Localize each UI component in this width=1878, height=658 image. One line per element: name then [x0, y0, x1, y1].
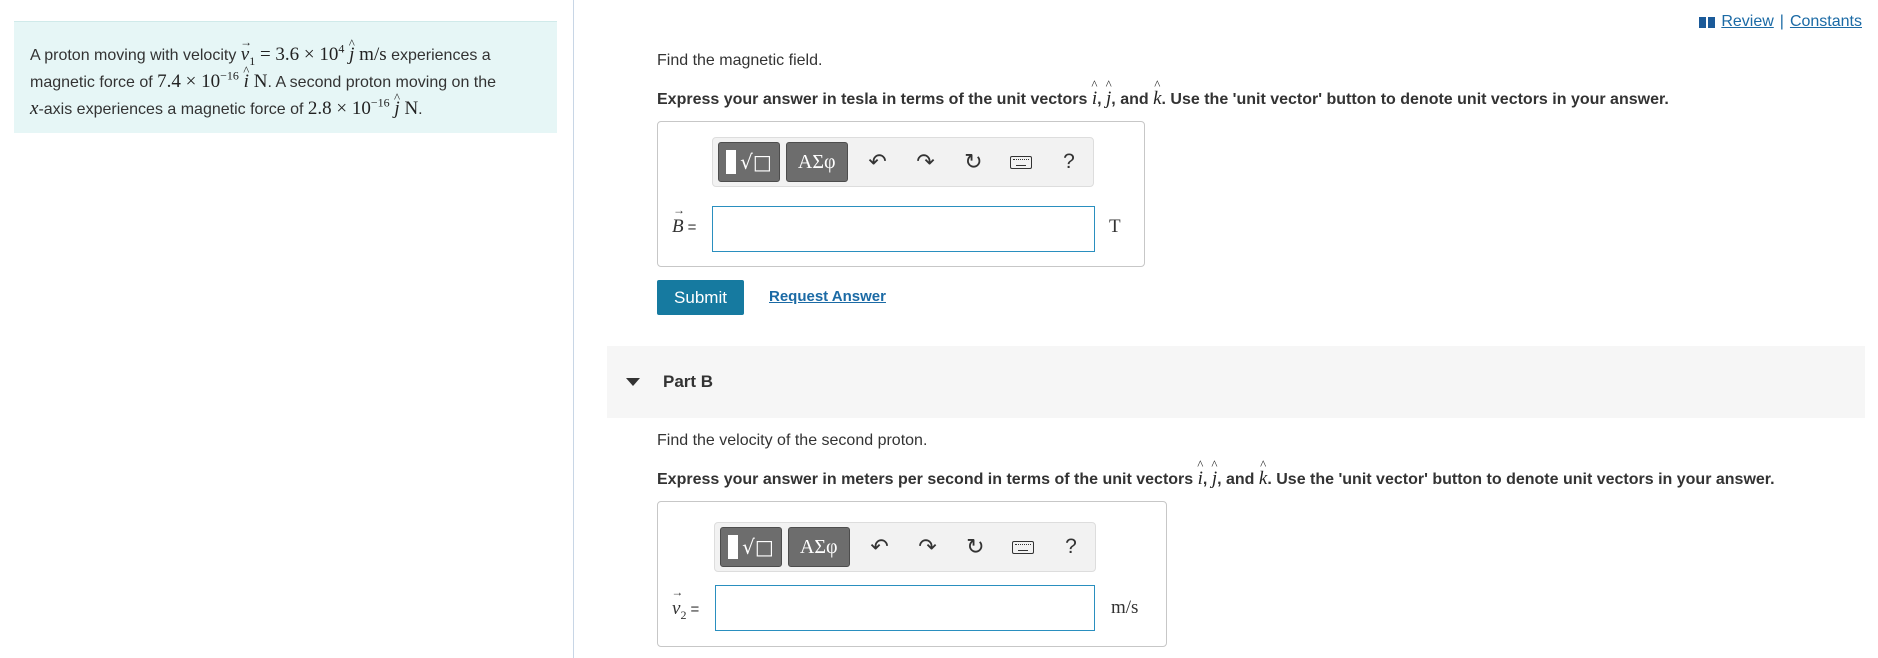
- part-b-math-toolbar: √□ ΑΣφ ↶ ↷ ↻ ?: [714, 522, 1096, 572]
- keyboard-icon[interactable]: [997, 142, 1045, 182]
- part-b-answer-box: √□ ΑΣφ ↶ ↷ ↻ ? v2= m/s: [657, 501, 1167, 647]
- part-b-answer-input[interactable]: [715, 585, 1095, 631]
- greek-symbols-button[interactable]: ΑΣφ: [785, 142, 848, 182]
- constants-link[interactable]: Constants: [1790, 13, 1862, 31]
- part-b-prompt: Find the velocity of the second proton.: [657, 432, 928, 449]
- part-a-math-toolbar: √□ ΑΣφ ↶ ↷ ↻ ?: [712, 137, 1094, 187]
- templates-button[interactable]: √□: [718, 142, 780, 182]
- part-b-instruction: Express your answer in meters per second…: [657, 468, 1775, 490]
- submit-button[interactable]: Submit: [657, 280, 744, 315]
- redo-icon[interactable]: ↷: [902, 142, 950, 182]
- keyboard-icon[interactable]: [999, 527, 1047, 567]
- part-b-variable-label: v2=: [672, 598, 699, 621]
- reset-icon[interactable]: ↻: [951, 527, 999, 567]
- part-a-answer-input[interactable]: [712, 206, 1095, 252]
- link-separator: |: [1779, 13, 1784, 30]
- problem-line-3: x-axis experiences a magnetic force of 2…: [30, 96, 541, 123]
- redo-icon[interactable]: ↷: [904, 527, 952, 567]
- undo-icon[interactable]: ↶: [856, 527, 904, 567]
- reset-icon[interactable]: ↻: [949, 142, 997, 182]
- part-a-answer-box: √□ ΑΣφ ↶ ↷ ↻ ? B= T: [657, 121, 1145, 267]
- part-a-variable-label: B=: [672, 216, 696, 238]
- templates-button[interactable]: √□: [720, 527, 782, 567]
- part-b-header[interactable]: Part B: [607, 346, 1865, 418]
- undo-icon[interactable]: ↶: [854, 142, 902, 182]
- greek-symbols-button[interactable]: ΑΣφ: [787, 527, 850, 567]
- request-answer-link[interactable]: Request Answer: [769, 288, 886, 305]
- review-link[interactable]: Review: [1721, 13, 1773, 31]
- force-1-expression: 7.4 × 10−16 i N: [157, 70, 267, 92]
- template-box-icon: [726, 150, 737, 174]
- part-b-unit: m/s: [1111, 597, 1139, 618]
- top-links: Review | Constants: [1699, 13, 1862, 31]
- help-button[interactable]: ?: [1045, 142, 1093, 182]
- help-button[interactable]: ?: [1047, 527, 1095, 567]
- velocity-expression: v1 = 3.6 × 104 j m/s: [241, 43, 387, 67]
- problem-statement: A proton moving with velocity v1 = 3.6 ×…: [14, 21, 557, 133]
- book-icon: [1699, 16, 1716, 28]
- part-a-instruction: Express your answer in tesla in terms of…: [657, 88, 1669, 110]
- radical-icon: √□: [740, 150, 772, 174]
- panel-divider: [573, 0, 574, 658]
- part-a-unit: T: [1109, 216, 1121, 237]
- radical-icon: √□: [742, 535, 774, 559]
- problem-line-1: A proton moving with velocity v1 = 3.6 ×…: [30, 42, 541, 69]
- force-2-expression: 2.8 × 10−16 j N: [308, 97, 418, 119]
- part-a-prompt: Find the magnetic field.: [657, 52, 823, 69]
- caret-down-icon: [626, 378, 640, 386]
- template-box-icon: [728, 535, 739, 559]
- problem-line-2: magnetic force of 7.4 × 10−16 i N. A sec…: [30, 69, 541, 96]
- part-b-title: Part B: [663, 372, 714, 391]
